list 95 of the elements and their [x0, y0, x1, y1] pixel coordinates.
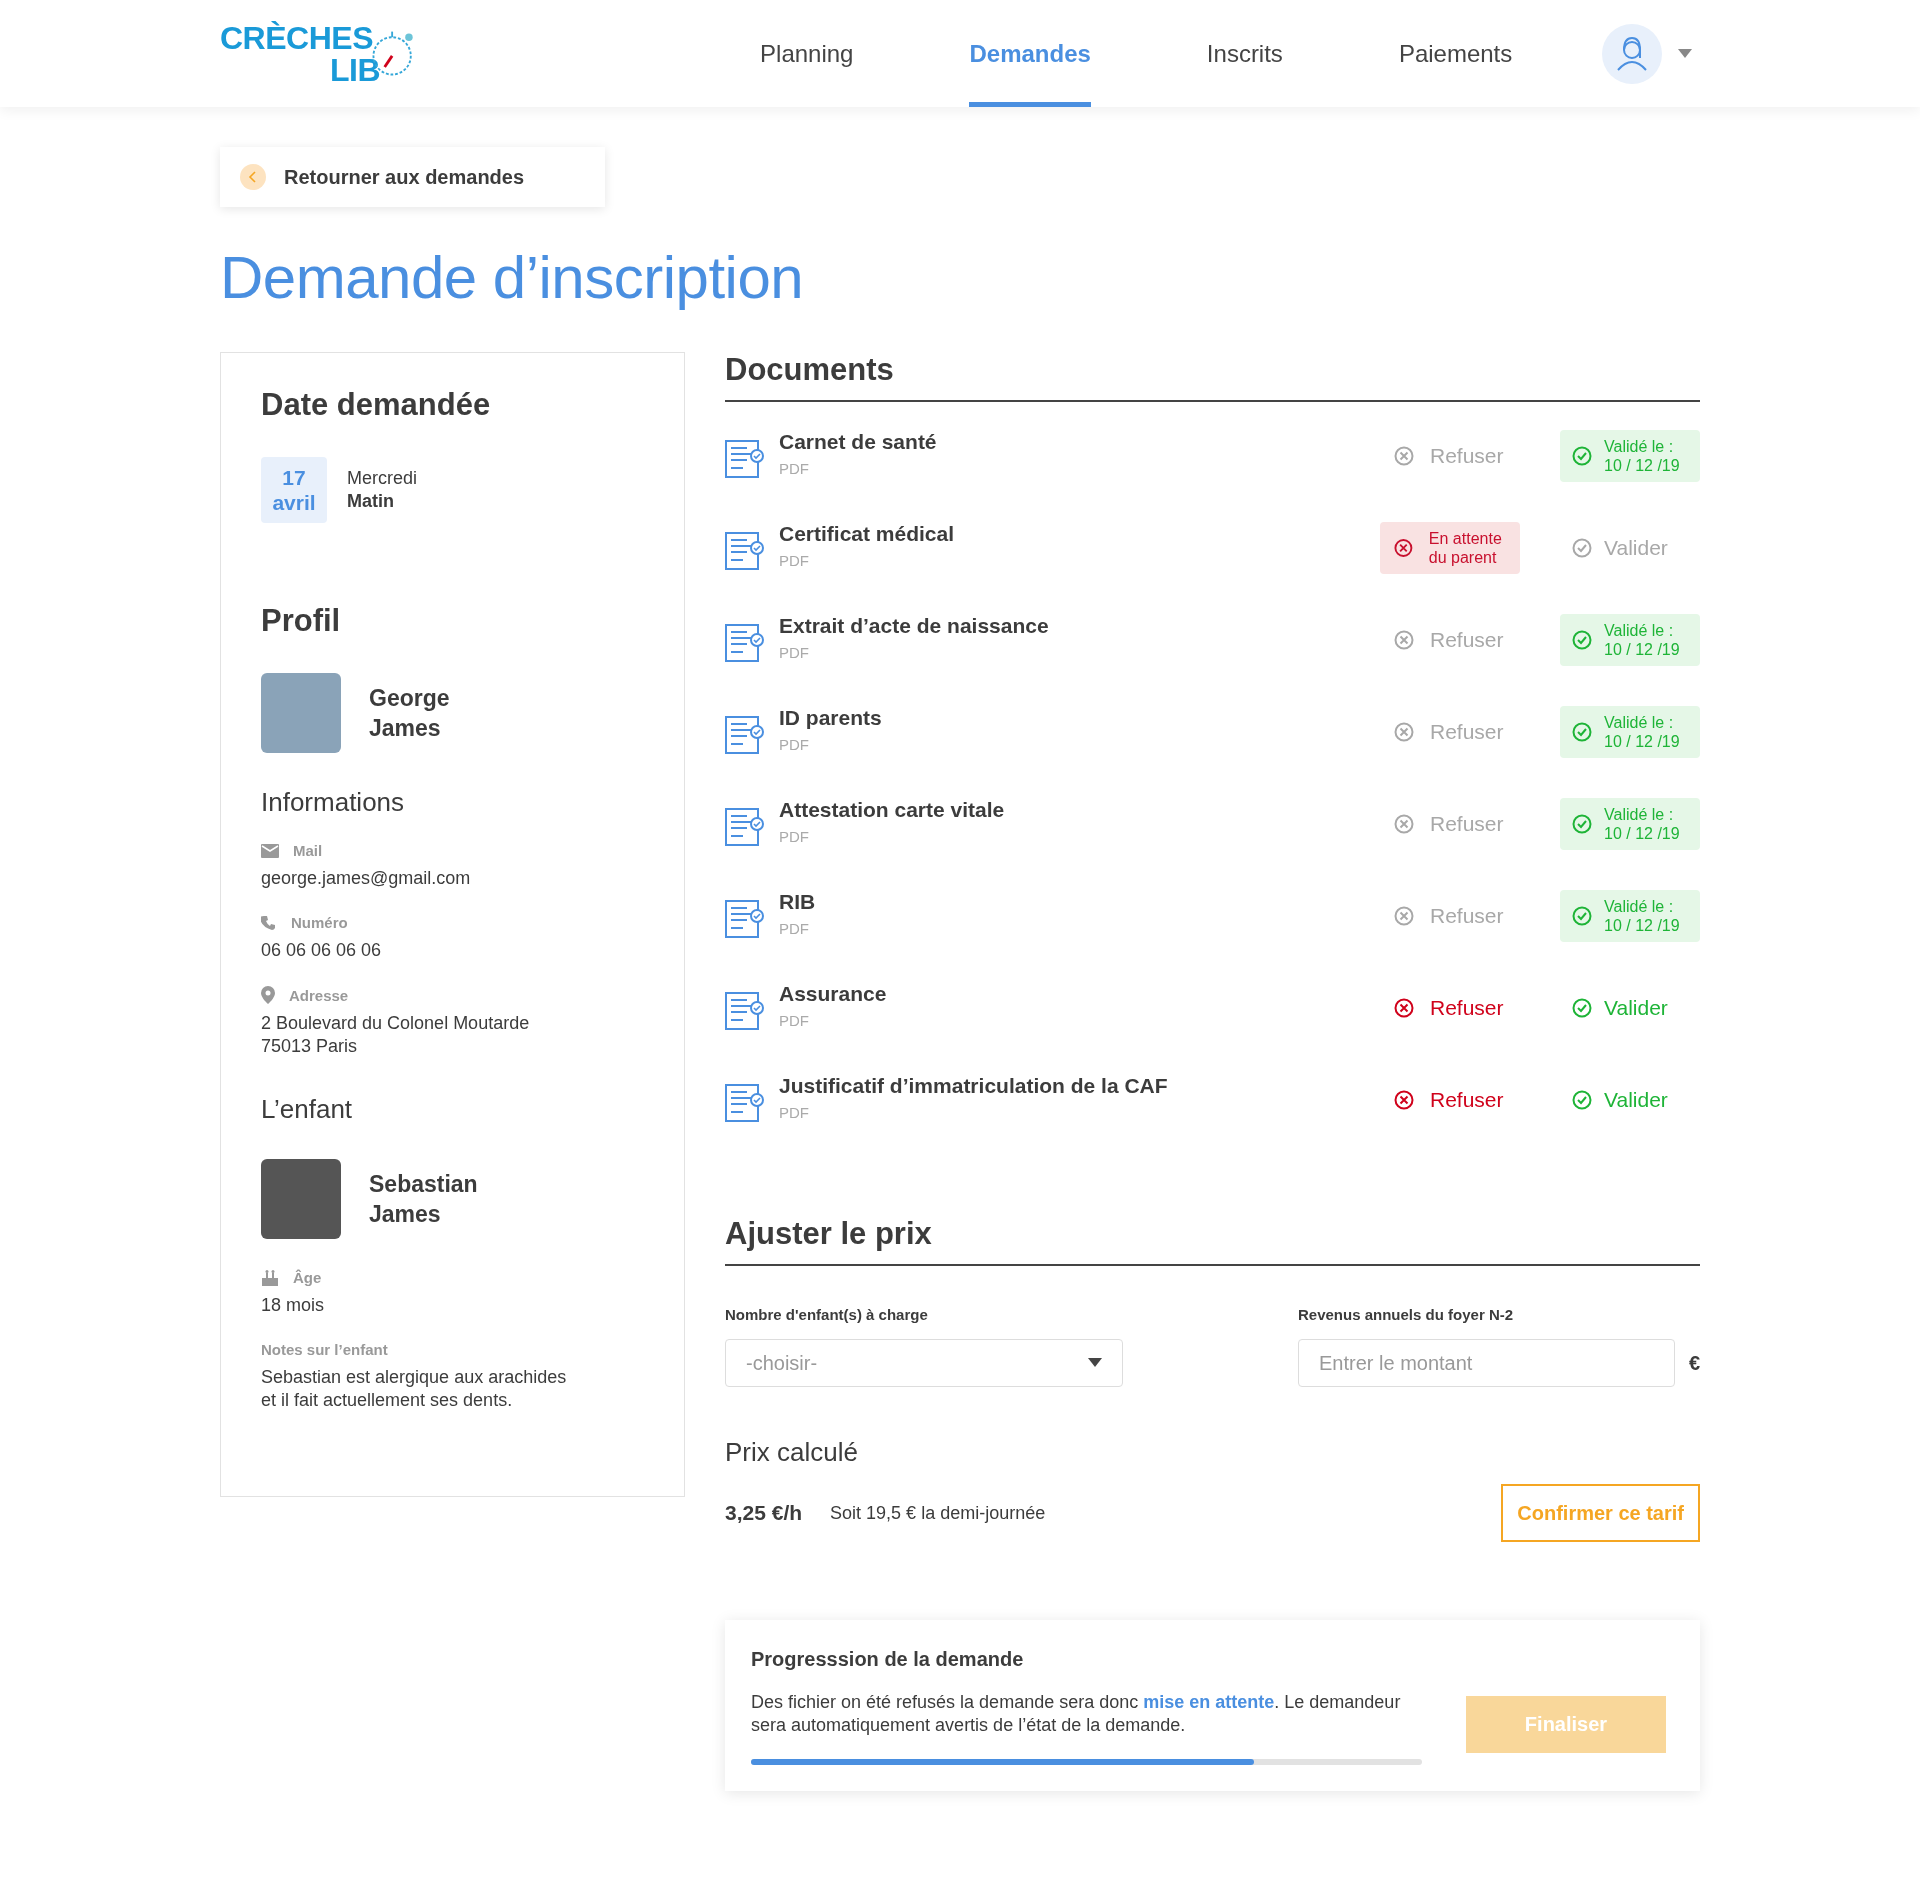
- validated-badge: Validé le : 10 / 12 /19: [1560, 890, 1700, 942]
- file-type: PDF: [779, 1012, 810, 1029]
- file-type: PDF: [779, 644, 810, 661]
- cross-circle-icon: [1394, 814, 1414, 834]
- file-type: PDF: [779, 1104, 810, 1121]
- income-field[interactable]: Entrer le montant: [1298, 1339, 1675, 1387]
- check-circle-icon: [1572, 814, 1592, 834]
- field-label: Mail: [293, 842, 323, 859]
- section-heading: Ajuster le prix: [725, 1216, 1700, 1266]
- field-label: Nombre d'enfant(s) à charge: [725, 1306, 929, 1323]
- nav-tab[interactable]: Planning: [760, 0, 854, 107]
- document-name: Assurance: [779, 982, 887, 1006]
- document-name: RIB: [779, 890, 816, 914]
- cross-circle-icon: [1394, 998, 1414, 1018]
- mail-icon: [261, 843, 279, 858]
- subsection-heading: L’enfant: [261, 1094, 354, 1125]
- validated-badge: Validé le : 10 / 12 /19: [1560, 614, 1700, 666]
- check-circle-icon: [1572, 446, 1592, 466]
- section-heading: Documents: [725, 352, 1700, 402]
- cross-circle-icon: [1394, 906, 1414, 926]
- validate-button[interactable]: Valider: [1560, 982, 1700, 1034]
- field-value: 2 Boulevard du Colonel Moutarde 75013 Paris: [261, 1012, 531, 1058]
- document-name: ID parents: [779, 706, 882, 730]
- check-circle-icon: [1572, 538, 1592, 558]
- check-circle-icon: [1572, 906, 1592, 926]
- document-name: Justificatif d’immatriculation de la CAF: [779, 1074, 1168, 1098]
- field-label: Notes sur l’enfant: [261, 1341, 388, 1358]
- half-day-price: Soit 19,5 € la demi-journée: [830, 1502, 1046, 1524]
- document-icon: [725, 1082, 765, 1124]
- cross-circle-icon: [1394, 446, 1414, 466]
- check-circle-icon: [1572, 722, 1592, 742]
- weekday: Mercredi: [347, 467, 417, 490]
- field-value: george.james@gmail.com: [261, 867, 472, 890]
- document-icon: [725, 530, 765, 572]
- document-icon: [725, 438, 765, 480]
- file-type: PDF: [779, 736, 810, 753]
- document-name: Attestation carte vitale: [779, 798, 1005, 822]
- cross-circle-icon: [1394, 538, 1413, 558]
- file-type: PDF: [779, 828, 810, 845]
- field-label: Adresse: [289, 986, 349, 1004]
- confirm-rate-button[interactable]: Confirmer ce tarif: [1501, 1484, 1700, 1542]
- subsection-heading: Prix calculé: [725, 1437, 859, 1468]
- field-label: Revenus annuels du foyer N-2: [1298, 1306, 1515, 1323]
- section-heading: Profil: [261, 603, 342, 639]
- cross-circle-icon: [1394, 1090, 1414, 1110]
- user-avatar-icon[interactable]: [1602, 23, 1662, 84]
- validate-button[interactable]: Valider: [1560, 1074, 1700, 1126]
- nav-tab[interactable]: Inscrits: [1206, 0, 1283, 107]
- document-icon: [725, 714, 765, 756]
- document-icon: [725, 622, 765, 664]
- file-type: PDF: [779, 460, 810, 477]
- progress-message: Des fichier on été refusés la demande sera donc mise en attente. Le demandeur sera automatiquement avertis de l’état de la demande.: [751, 1691, 1402, 1737]
- check-circle-icon: [1572, 998, 1592, 1018]
- document-icon: [725, 990, 765, 1032]
- date-badge: 17 avril: [261, 457, 327, 523]
- location-pin-icon: [261, 986, 275, 1004]
- dropdown-caret-icon[interactable]: [1678, 48, 1692, 59]
- nav-tab[interactable]: Paiements: [1398, 0, 1513, 107]
- cross-circle-icon: [1394, 630, 1414, 650]
- person-name: George James: [369, 684, 450, 743]
- document-icon: [725, 898, 765, 940]
- validated-badge: Validé le : 10 / 12 /19: [1560, 706, 1700, 758]
- document-name: Carnet de santé: [779, 430, 937, 454]
- time-slot: Matin: [347, 490, 417, 513]
- children-select[interactable]: -choisir-: [725, 1339, 1123, 1387]
- section-heading: Date demandée: [261, 387, 492, 423]
- document-icon: [725, 806, 765, 848]
- check-circle-icon: [1572, 630, 1592, 650]
- cross-circle-icon: [1394, 722, 1414, 742]
- pending-status-badge: En attente du parent: [1380, 522, 1520, 574]
- currency-symbol: €: [1688, 1351, 1700, 1375]
- refuse-button[interactable]: Refuser: [1380, 1074, 1520, 1126]
- dropdown-caret-icon: [1088, 1358, 1102, 1368]
- check-circle-icon: [1572, 1090, 1592, 1110]
- field-label: Numéro: [291, 914, 348, 931]
- field-value: 06 06 06 06 06: [261, 939, 383, 962]
- card-title: Progresssion de la demande: [751, 1648, 1025, 1671]
- logo[interactable]: CRÈCHES LIB: [220, 21, 423, 86]
- document-name: Certificat médical: [779, 522, 955, 546]
- notes-text: Sebastian est alergique aux arachides et il fait actuellement ses dents.: [261, 1366, 568, 1412]
- subsection-heading: Informations: [261, 787, 406, 818]
- document-name: Extrait d’acte de naissance: [779, 614, 1049, 638]
- field-value: 18 mois: [261, 1294, 326, 1317]
- validated-badge: Validé le : 10 / 12 /19: [1560, 798, 1700, 850]
- refuse-button[interactable]: Refuser: [1380, 982, 1520, 1034]
- nav-tab[interactable]: Demandes: [969, 0, 1091, 107]
- back-button[interactable]: Retourner aux demandes: [220, 147, 605, 207]
- file-type: PDF: [779, 920, 810, 937]
- field-label: Âge: [293, 1269, 322, 1286]
- phone-icon: [261, 914, 277, 931]
- file-type: PDF: [779, 552, 810, 569]
- hourly-rate: 3,25 €/h: [725, 1501, 803, 1525]
- validated-badge: Validé le : 10 / 12 /19: [1560, 430, 1700, 482]
- person-name: Sebastian James: [369, 1170, 478, 1229]
- page-title: Demande d’inscription: [220, 243, 805, 312]
